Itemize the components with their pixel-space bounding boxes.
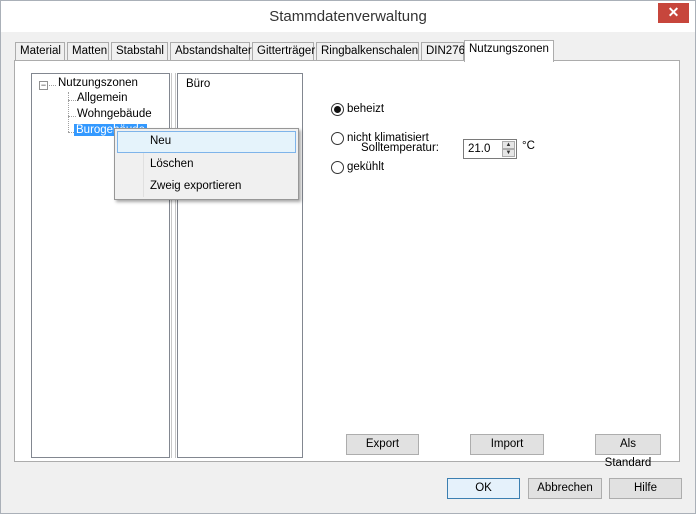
tree-connector [68, 116, 76, 117]
spin-buttons: ▲ ▼ [502, 141, 515, 157]
cancel-button[interactable]: Abbrechen [528, 478, 602, 499]
radio-label: gekühlt [347, 161, 385, 173]
list-item-buero[interactable]: Büro [186, 78, 210, 90]
ok-button[interactable]: OK [447, 478, 520, 499]
set-default-button[interactable]: Als Standard [595, 434, 661, 469]
tab-stabstahl[interactable]: Stabstahl [111, 42, 168, 61]
import-button[interactable]: Import [470, 434, 544, 455]
radio-label: beheizt [347, 103, 385, 115]
menu-item-loeschen[interactable]: Löschen [117, 154, 296, 176]
menu-item-neu[interactable]: Neu [117, 131, 296, 153]
tree-node-root[interactable]: Nutzungszonen [58, 77, 138, 89]
spin-up-icon[interactable]: ▲ [502, 141, 515, 149]
tree-connector [49, 85, 56, 86]
tab-abstandshalter[interactable]: Abstandshalter [170, 42, 252, 61]
tab-din276[interactable]: DIN276 [421, 42, 465, 61]
collapse-icon[interactable]: − [39, 81, 48, 90]
dialog-window: Stammdatenverwaltung ✕ Material Matten S… [0, 0, 696, 514]
menu-item-zweig-exportieren[interactable]: Zweig exportieren [117, 176, 296, 198]
tree-connector [68, 92, 69, 132]
close-icon: ✕ [667, 4, 680, 20]
tree-connector [68, 100, 76, 101]
tab-gittertraeger[interactable]: Gitterträger [252, 42, 315, 61]
tree-node-wohngebaeude[interactable]: Wohngebäude [77, 108, 152, 120]
tab-nutzungszonen[interactable]: Nutzungszonen [464, 40, 554, 62]
tree-node-allgemein[interactable]: Allgemein [77, 92, 128, 104]
window-title: Stammdatenverwaltung [269, 8, 427, 25]
title-bar[interactable]: Stammdatenverwaltung ✕ [1, 1, 695, 32]
export-button[interactable]: Export [346, 434, 419, 455]
tab-page-nutzungszonen: − Nutzungszonen Allgemein Wohngebäude Bu… [14, 60, 680, 462]
radio-button[interactable] [331, 103, 344, 116]
spin-down-icon[interactable]: ▼ [502, 149, 515, 157]
tab-ringbalkenschalen[interactable]: Ringbalkenschalen [316, 42, 419, 61]
temperature-value[interactable]: 21.0 [468, 143, 490, 155]
temperature-unit: °C [522, 140, 535, 152]
temperature-stepper[interactable]: 21.0 ▲ ▼ [463, 139, 517, 159]
radio-button[interactable] [331, 132, 344, 145]
tab-matten[interactable]: Matten [67, 42, 109, 61]
context-menu: Neu Löschen Zweig exportieren [114, 128, 299, 200]
tab-material[interactable]: Material [15, 42, 65, 61]
close-button[interactable]: ✕ [658, 3, 689, 23]
temperature-label: Solltemperatur: [361, 142, 439, 154]
help-button[interactable]: Hilfe [609, 478, 682, 499]
radio-button[interactable] [331, 161, 344, 174]
